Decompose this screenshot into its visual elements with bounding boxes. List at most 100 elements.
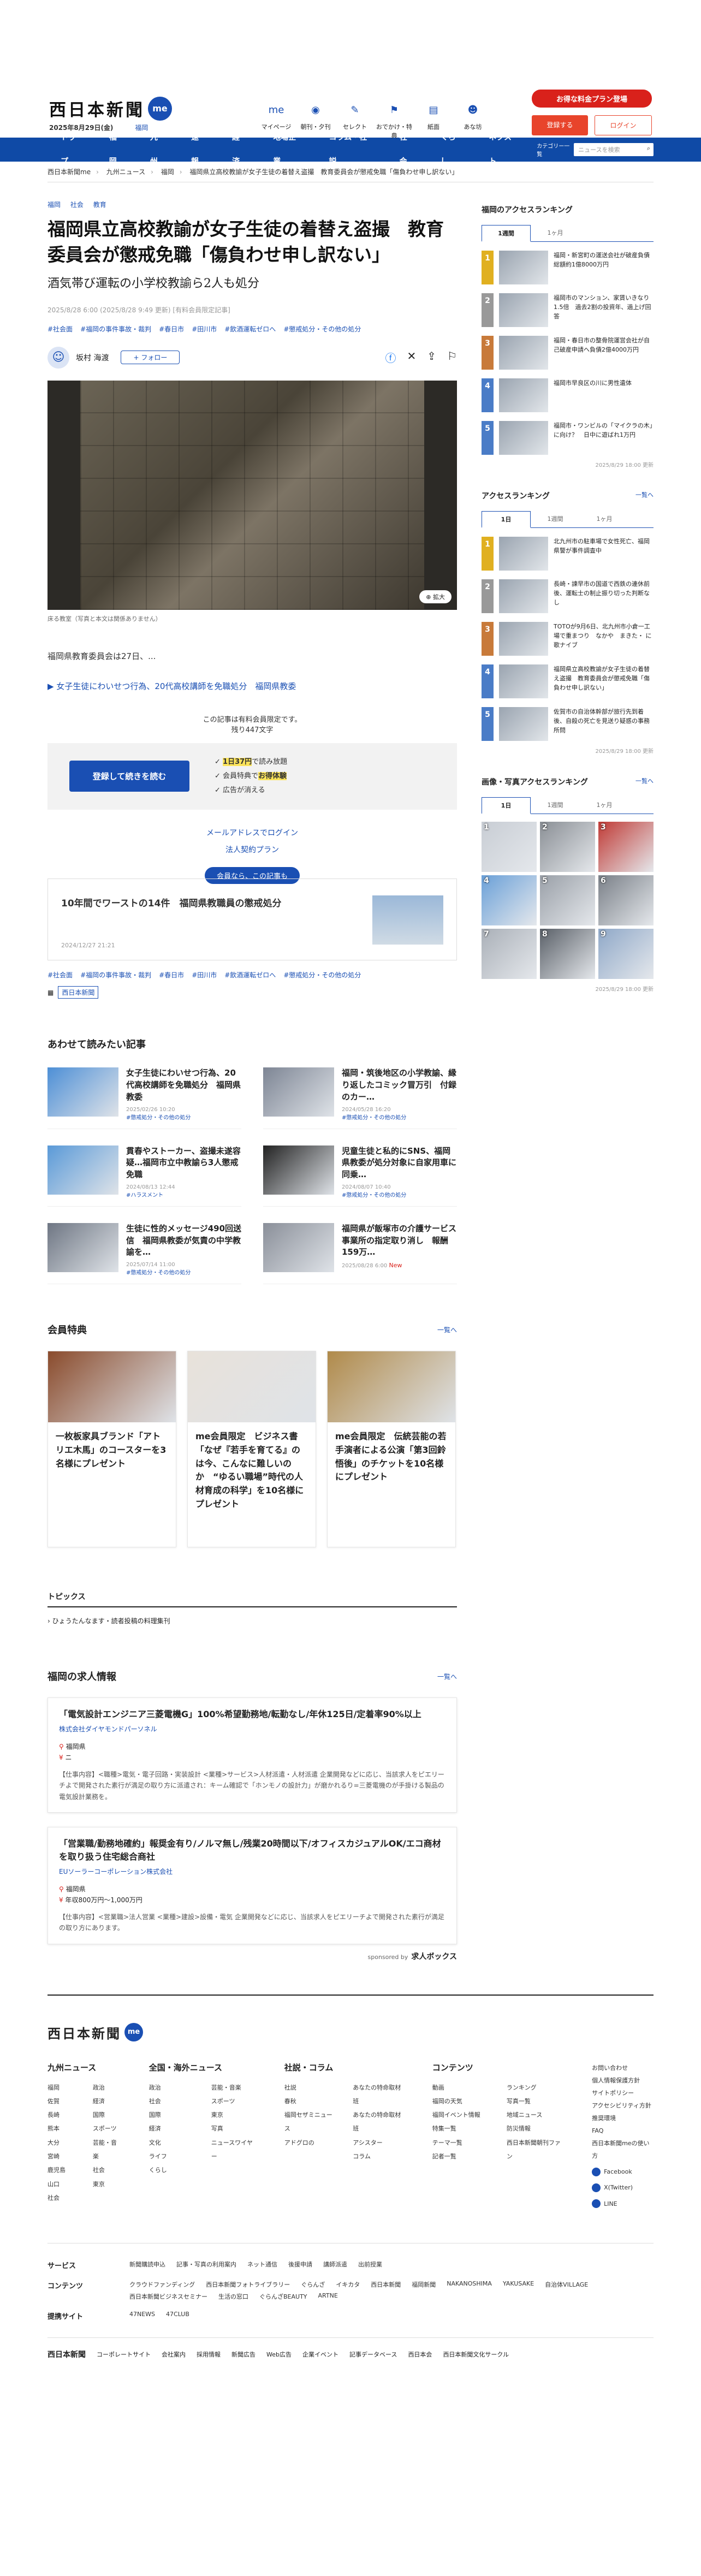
related-item[interactable]: 生徒に性的メッセージ490回送信 福岡県教委が気責の中学教諭を… 2025/07/… xyxy=(47,1222,241,1285)
footer-link[interactable]: 写真 xyxy=(211,2122,257,2135)
footer-link[interactable]: 社会 xyxy=(93,2163,122,2177)
ranking-item[interactable]: 4 福岡市早良区の川に男性遺体 xyxy=(482,378,654,412)
author-avatar[interactable]: ☺ xyxy=(47,346,69,369)
category-link[interactable]: 教育 xyxy=(93,201,106,209)
footer-link[interactable]: 政治 xyxy=(93,2081,122,2094)
footer-link[interactable]: スポーツ xyxy=(211,2094,257,2108)
footer-link[interactable]: 記事・写真の利用案内 xyxy=(176,2260,236,2270)
article-photo[interactable]: ⊕ 拡大 xyxy=(47,380,457,610)
ranking-item[interactable]: 1 北九州市の駐車場で女性死亡、福岡県警が事件調査中 xyxy=(482,537,654,571)
photo-more-link[interactable]: 一覧へ xyxy=(635,776,654,787)
footer-link[interactable]: アクセシビリティ方針 xyxy=(592,2099,654,2112)
footer-link[interactable]: ランキング xyxy=(507,2081,565,2094)
tag-link[interactable]: #福岡の事件事故・裁判 xyxy=(80,970,151,980)
tab-1month[interactable]: 1ヶ月 xyxy=(531,225,580,241)
category-link[interactable]: 福岡 xyxy=(47,201,61,209)
related-item[interactable]: 貫春やストーカー、盗撮未遂容疑…福岡市立中教諭ら3人懲戒免職 2024/08/13… xyxy=(47,1145,241,1207)
ranking-item[interactable]: 4 福岡県立高校教諭が女子生徒の着替え盗撮 教育委員会が懲戒免職「傷負わせ申し訳な… xyxy=(482,664,654,698)
topics-item[interactable]: › ひょうたんなます・読者投稿の料理集刊 xyxy=(47,1616,457,1625)
tab-1day[interactable]: 1日 xyxy=(482,511,531,528)
search-input[interactable]: ニュースを検索 ⌕ xyxy=(574,143,654,156)
footer-link[interactable]: あなたの特命取材班 xyxy=(353,2108,405,2136)
login-button[interactable]: ログイン xyxy=(595,115,652,135)
related-item[interactable]: 女子生徒にわいせつ行為、20代高校講師を免職処分 福岡県教委 2025/02/26… xyxy=(47,1067,241,1129)
tag-link[interactable]: #懲戒処分・その他の処分 xyxy=(283,324,361,334)
follow-button[interactable]: + フォロー xyxy=(121,351,180,365)
photo-thumb[interactable]: 9 xyxy=(598,929,654,979)
perks-more-link[interactable]: 一覧へ xyxy=(437,1325,457,1334)
footer-link[interactable]: 47CLUB xyxy=(166,2311,189,2321)
footer-bottom-link[interactable]: 西日本会 xyxy=(408,2350,432,2359)
recommend-card[interactable]: 10年間でワーストの14件 福岡県教職員の懲戒処分 2024/12/27 21:… xyxy=(47,879,457,961)
footer-link[interactable]: 政治 xyxy=(149,2081,195,2094)
breadcrumb-home[interactable]: 西日本新聞me xyxy=(47,168,91,176)
footer-link[interactable]: 熊本 xyxy=(47,2122,76,2135)
footer-link[interactable]: 東京 xyxy=(93,2177,122,2191)
footer-link[interactable]: 新聞購読申込 xyxy=(129,2260,165,2270)
perk-card[interactable]: me会員限定 伝統芸能の若手演者による公演「第3回鈴悟後」のチケットを10名様に… xyxy=(327,1351,456,1548)
ranking-item[interactable]: 5 佐賀市の自治体幹部が旅行先到着後、自殺の死亡を見送り疑惑の事務所問 xyxy=(482,707,654,741)
share-icon[interactable]: ⇪ xyxy=(427,349,436,365)
footer-link[interactable]: 記者一覧 xyxy=(432,2150,490,2163)
footer-link[interactable]: お問い合わせ xyxy=(592,2062,654,2074)
tag-link[interactable]: #福岡の事件事故・裁判 xyxy=(80,324,151,334)
footer-link[interactable]: NAKANOSHIMA xyxy=(447,2280,492,2289)
footer-bottom-link[interactable]: 西日本新聞文化サークル xyxy=(443,2350,509,2359)
related-tag[interactable]: #懲戒処分・その他の処分 xyxy=(126,1113,241,1121)
author-name[interactable]: 坂村 海渡 xyxy=(76,352,109,363)
related-tag[interactable]: #ハラスメント xyxy=(126,1190,241,1198)
footer-link[interactable]: ARTNE xyxy=(318,2292,338,2301)
access-more-link[interactable]: 一覧へ xyxy=(635,490,654,501)
related-article-link[interactable]: ▶ 女子生徒にわいせつ行為、20代高校講師を免職処分 福岡県教委 xyxy=(47,680,457,692)
tag-link[interactable]: #懲戒処分・その他の処分 xyxy=(283,970,361,980)
footer-link[interactable]: 福岡セザミニュース xyxy=(284,2108,337,2136)
footer-link[interactable]: クラウドファンディング xyxy=(129,2280,195,2289)
footer-link[interactable]: 経済 xyxy=(149,2122,195,2135)
facebook-icon[interactable]: ⓕ xyxy=(385,349,396,365)
footer-link[interactable]: 大分 xyxy=(47,2136,76,2150)
category-link[interactable]: 社会 xyxy=(70,201,84,209)
footer-link[interactable]: 西日本新聞meの使い方 xyxy=(592,2137,654,2162)
x-icon[interactable]: ✕ xyxy=(407,349,417,365)
footer-link[interactable]: 芸能・音楽 xyxy=(211,2081,257,2094)
mail-login-link[interactable]: メールアドレスでログイン xyxy=(47,825,457,842)
tab-1month[interactable]: 1ヶ月 xyxy=(580,797,629,814)
tag-link[interactable]: #春日市 xyxy=(159,970,184,980)
footer-link[interactable]: 西日本新聞朝刊ファン xyxy=(507,2136,565,2164)
breadcrumb-kyushu[interactable]: 九州ニュース xyxy=(106,168,145,176)
photo-thumb[interactable]: 1 xyxy=(482,822,537,872)
footer-link[interactable]: 社会 xyxy=(47,2191,76,2205)
footer-link[interactable]: スポーツ xyxy=(93,2122,122,2135)
search-icon[interactable]: ⌕ xyxy=(647,145,650,152)
footer-bottom-link[interactable]: 企業イベント xyxy=(302,2350,338,2359)
footer-link[interactable]: ネット通信 xyxy=(247,2260,277,2270)
footer-link[interactable]: 福岡の天気 xyxy=(432,2094,490,2108)
category-list-link[interactable]: カテゴリー一覧 xyxy=(537,141,574,158)
footer-logo[interactable]: 西日本新聞 xyxy=(47,2026,121,2041)
footer-link[interactable]: ぐらんざ xyxy=(301,2280,325,2289)
footer-link[interactable]: 個人情報保護方針 xyxy=(592,2074,654,2087)
footer-link[interactable]: 講師派遣 xyxy=(323,2260,347,2270)
footer-link[interactable]: 西日本新聞 xyxy=(371,2280,401,2289)
footer-link[interactable]: YAKUSAKE xyxy=(503,2280,534,2289)
footer-link[interactable]: 鹿児島 xyxy=(47,2163,76,2177)
footer-link[interactable]: 長崎 xyxy=(47,2108,76,2122)
sns-link[interactable]: Facebook xyxy=(592,2165,654,2178)
footer-logo-row[interactable]: 西日本新聞 me xyxy=(47,2022,654,2042)
tag-link[interactable]: #春日市 xyxy=(159,324,184,334)
footer-link[interactable]: 地域ニュース xyxy=(507,2108,565,2122)
footer-link[interactable]: 芸能・音楽 xyxy=(93,2136,122,2164)
footer-link[interactable]: 社説 xyxy=(284,2081,337,2094)
tag-link[interactable]: #飲酒運転ゼロへ xyxy=(224,324,276,334)
perk-card[interactable]: 一枚板家具ブランド「アトリエ木馬」のコースターを3名様にプレゼント xyxy=(47,1351,176,1548)
footer-link[interactable]: アドグロの xyxy=(284,2136,337,2150)
footer-link[interactable]: 国際 xyxy=(93,2108,122,2122)
tag-link[interactable]: #飲酒運転ゼロへ xyxy=(224,970,276,980)
footer-link[interactable]: イキカタ xyxy=(336,2280,360,2289)
photo-thumb[interactable]: 7 xyxy=(482,929,537,979)
footer-link[interactable]: 西日本新聞ビジネスセミナー xyxy=(129,2292,207,2301)
footer-link[interactable]: ぐらんざBEAUTY xyxy=(259,2292,307,2301)
tab-1week[interactable]: 1週間 xyxy=(482,225,531,242)
ranking-item[interactable]: 3 TOTOが9月6日、北九州市小倉一工場で重まつり なかや まきた・ に歌ナイブ xyxy=(482,622,654,656)
tag-link[interactable]: #社会面 xyxy=(47,324,73,334)
